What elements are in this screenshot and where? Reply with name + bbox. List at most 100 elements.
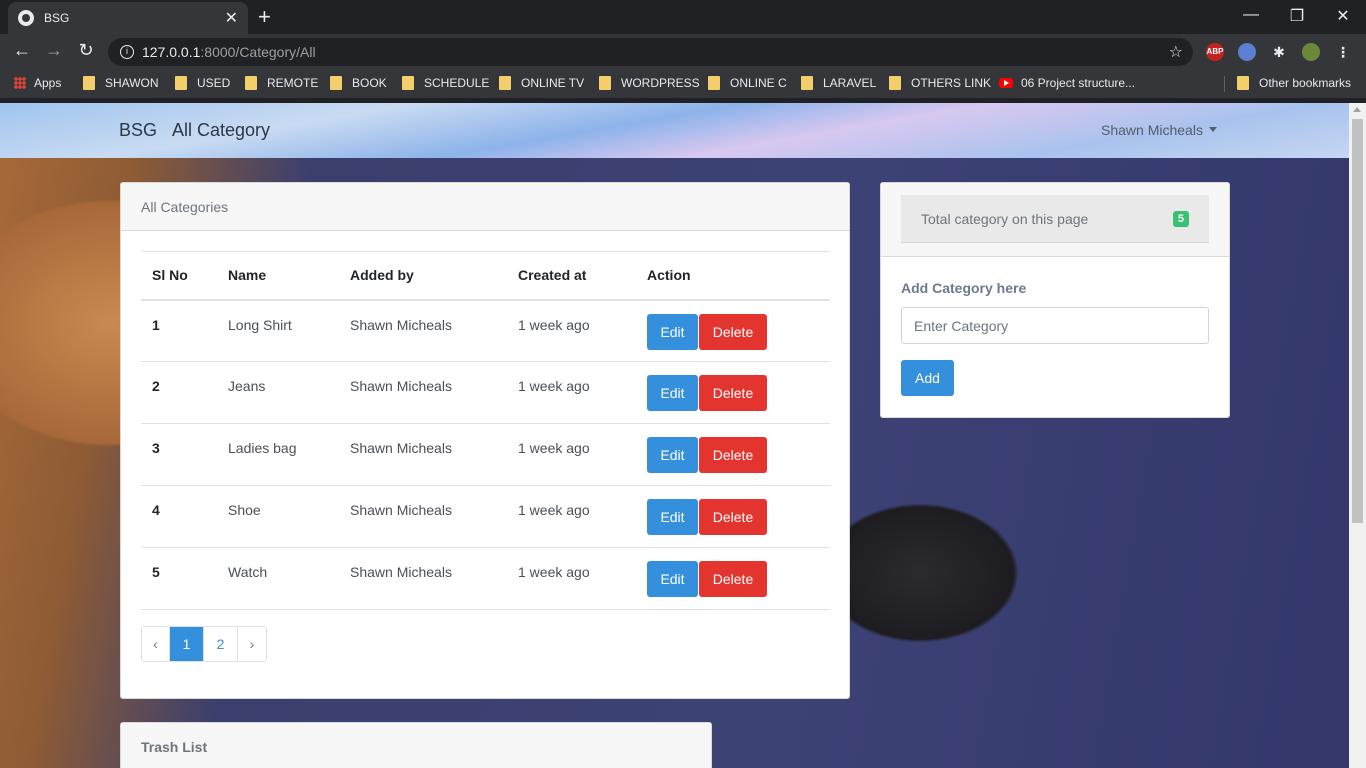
bookmark-folder[interactable]: SCHEDULE: [402, 76, 489, 90]
row-created: 1 week ago: [507, 299, 636, 362]
bookmark-star-icon[interactable]: ☆: [1169, 42, 1183, 62]
row-added-by: Shawn Micheals: [339, 361, 507, 424]
edit-button[interactable]: Edit: [647, 375, 698, 411]
folder-icon: [330, 76, 342, 90]
page-scrollbar[interactable]: [1349, 103, 1366, 768]
scrollbar-thumb[interactable]: [1352, 119, 1363, 523]
caret-down-icon: [1208, 127, 1217, 132]
delete-button[interactable]: Delete: [699, 561, 767, 597]
restore-icon[interactable]: ❐: [1274, 6, 1320, 26]
bookmarks-divider: [1224, 76, 1225, 92]
folder-icon: [245, 76, 257, 90]
folder-icon: [708, 76, 720, 90]
bookmark-folder[interactable]: SHAWON: [83, 76, 159, 90]
categories-card-header: All Categories: [121, 183, 849, 231]
col-created-at: Created at: [507, 251, 636, 301]
row-actions: Edit Delete: [636, 547, 830, 610]
minimize-icon[interactable]: —: [1228, 6, 1274, 24]
row-sl: 2: [141, 361, 217, 424]
row-name: Watch: [217, 547, 339, 610]
url-path: :8000/Category/All: [200, 44, 316, 60]
pagination-page-1[interactable]: 1: [170, 627, 204, 661]
folder-icon: [801, 76, 813, 90]
total-category-header: Total category on this page 5: [881, 183, 1229, 257]
forward-icon[interactable]: →: [42, 40, 66, 61]
close-tab-icon[interactable]: ✕: [225, 8, 238, 28]
delete-button[interactable]: Delete: [699, 499, 767, 535]
globe-icon: [18, 10, 34, 26]
category-input[interactable]: [901, 307, 1209, 344]
row-actions: Edit Delete: [636, 485, 830, 548]
pagination-prev[interactable]: ‹: [142, 627, 170, 661]
address-bar[interactable]: i 127.0.0.1:8000/Category/All ☆: [108, 38, 1193, 66]
browser-tab[interactable]: BSG ✕: [8, 2, 248, 34]
folder-icon: [175, 76, 187, 90]
add-category-label: Add Category here: [901, 280, 1027, 296]
bookmark-folder[interactable]: BOOK: [330, 76, 387, 90]
table-header-row: Sl No Name Added by Created at Action: [141, 251, 830, 301]
bookmark-folder[interactable]: REMOTE: [245, 76, 318, 90]
col-sl-no: Sl No: [141, 251, 217, 301]
reload-icon[interactable]: ↻: [74, 40, 98, 61]
row-sl: 1: [141, 299, 217, 362]
row-added-by: Shawn Micheals: [339, 423, 507, 486]
scroll-up-icon[interactable]: [1353, 107, 1361, 112]
table-row: 4 Shoe Shawn Micheals 1 week ago Edit Del…: [141, 485, 830, 548]
row-created: 1 week ago: [507, 423, 636, 486]
row-created: 1 week ago: [507, 547, 636, 610]
page-title-link[interactable]: All Category: [172, 120, 270, 141]
browser-toolbar: ← → ↻ i 127.0.0.1:8000/Category/All ☆ AB…: [0, 34, 1366, 70]
bookmark-folder[interactable]: USED: [175, 76, 230, 90]
edit-button[interactable]: Edit: [647, 499, 698, 535]
add-button[interactable]: Add: [901, 360, 954, 396]
bookmark-folder[interactable]: ONLINE TV: [499, 76, 584, 90]
table-row: 2 Jeans Shawn Micheals 1 week ago Edit De…: [141, 361, 830, 424]
bookmark-folder[interactable]: WORDPRESS: [599, 76, 700, 90]
delete-button[interactable]: Delete: [699, 313, 767, 350]
row-added-by: Shawn Micheals: [339, 547, 507, 610]
trash-card-header: Trash List: [121, 723, 711, 768]
edit-button[interactable]: Edit: [647, 561, 698, 597]
url-host: 127.0.0.1: [142, 44, 201, 60]
extension-owl-icon[interactable]: [1238, 43, 1256, 61]
row-created: 1 week ago: [507, 485, 636, 548]
bookmark-other[interactable]: Other bookmarks: [1237, 76, 1351, 90]
menu-icon[interactable]: ⋮: [1334, 43, 1352, 61]
table-row: 3 Ladies bag Shawn Micheals 1 week ago E…: [141, 423, 830, 486]
site-navbar: BSG All Category Shawn Micheals: [0, 103, 1349, 158]
col-added-by: Added by: [339, 251, 507, 301]
row-created: 1 week ago: [507, 361, 636, 424]
back-icon[interactable]: ←: [10, 40, 34, 61]
folder-icon: [499, 76, 511, 90]
adblock-icon[interactable]: ABP: [1206, 43, 1224, 61]
info-icon[interactable]: i: [120, 45, 134, 59]
bookmark-apps[interactable]: Apps: [14, 76, 61, 90]
user-dropdown[interactable]: Shawn Micheals: [1101, 122, 1217, 138]
bookmark-folder[interactable]: OTHERS LINK: [889, 76, 991, 90]
edit-button[interactable]: Edit: [647, 313, 698, 350]
categories-card: All Categories Sl No Name Added by Creat…: [120, 182, 850, 699]
new-tab-button[interactable]: +: [258, 5, 271, 29]
row-sl: 3: [141, 423, 217, 486]
add-category-card: Total category on this page 5 Add Catego…: [880, 182, 1230, 418]
close-window-icon[interactable]: ✕: [1320, 6, 1366, 26]
col-name: Name: [217, 251, 339, 301]
total-category-badge: 5: [1172, 210, 1189, 227]
brand-link[interactable]: BSG: [119, 120, 157, 141]
bookmark-folder[interactable]: ONLINE C: [708, 76, 787, 90]
browser-titlebar: BSG ✕ + — ❐ ✕: [0, 0, 1366, 34]
pagination-page-2[interactable]: 2: [204, 627, 238, 661]
avatar[interactable]: [1302, 43, 1320, 61]
pagination-next[interactable]: ›: [238, 627, 266, 661]
puzzle-icon[interactable]: ✱: [1270, 43, 1288, 61]
table-row: 5 Watch Shawn Micheals 1 week ago Edit De…: [141, 547, 830, 610]
folder-icon: [402, 76, 414, 90]
bookmark-folder[interactable]: LARAVEL: [801, 76, 876, 90]
tab-title: BSG: [44, 11, 70, 25]
total-category-row: Total category on this page 5: [901, 195, 1209, 243]
bookmark-youtube[interactable]: 06 Project structure...: [999, 76, 1135, 90]
delete-button[interactable]: Delete: [699, 375, 767, 411]
trash-card: Trash List: [120, 722, 712, 768]
delete-button[interactable]: Delete: [699, 437, 767, 473]
edit-button[interactable]: Edit: [647, 437, 698, 473]
